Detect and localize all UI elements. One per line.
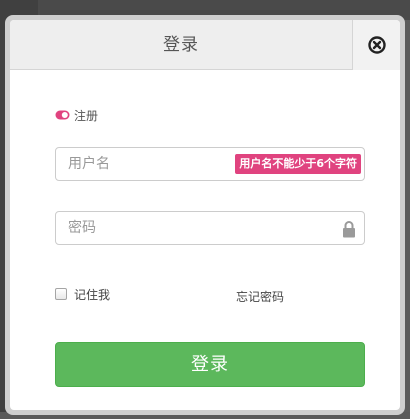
close-button[interactable] — [352, 20, 400, 70]
lock-icon — [342, 220, 356, 238]
toggle-icon — [55, 110, 70, 120]
forgot-password-link[interactable]: 忘记密码 — [236, 288, 284, 305]
remember-me[interactable]: 记住我 — [55, 286, 110, 302]
modal-title: 登录 — [163, 35, 199, 55]
login-modal: 登录 注册 用户名不能少于6个字符 — [5, 15, 405, 415]
login-button[interactable]: 登录 — [55, 342, 365, 387]
close-circle-icon — [367, 36, 386, 54]
username-field: 用户名不能少于6个字符 — [55, 147, 365, 181]
remember-me-checkbox[interactable] — [55, 288, 67, 300]
register-toggle-label: 注册 — [74, 108, 99, 123]
register-toggle[interactable]: 注册 — [55, 107, 98, 123]
password-input[interactable] — [56, 212, 364, 244]
login-modal-body: 登录 注册 用户名不能少于6个字符 — [10, 20, 400, 410]
password-field — [55, 211, 365, 245]
remember-me-label: 记住我 — [74, 287, 111, 302]
username-error-badge: 用户名不能少于6个字符 — [235, 154, 361, 174]
modal-header: 登录 — [10, 20, 400, 70]
